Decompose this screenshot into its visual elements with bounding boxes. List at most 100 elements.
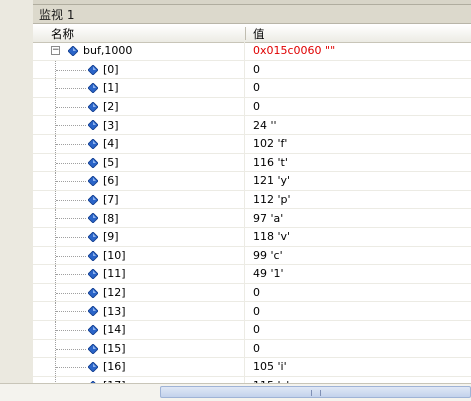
scrollbar-grip-icon [311, 390, 321, 396]
tree-branch [56, 181, 86, 183]
column-header-name[interactable]: 名称 [51, 26, 74, 42]
name-cell: [6] [33, 172, 245, 190]
tree-branch [56, 329, 86, 331]
root-variable-value[interactable]: 0x015c0060 "" [253, 42, 335, 60]
variable-diamond-icon [88, 269, 98, 280]
watch-row-item[interactable]: [10] 99 'c' [33, 246, 471, 266]
variable-diamond-icon [88, 120, 98, 131]
column-header-value[interactable]: 值 [253, 26, 265, 42]
element-value[interactable]: 0 [253, 98, 260, 116]
tree-branch [56, 292, 86, 294]
variable-diamond-icon [88, 157, 98, 168]
watch-row-item[interactable]: [9] 118 'v' [33, 227, 471, 247]
element-index-label: [0] [103, 62, 119, 76]
variable-diamond-icon [88, 83, 98, 94]
watch-row-item[interactable]: [6] 121 'y' [33, 172, 471, 191]
watch-window: 监视 1 名称 值 − buf,1000 0x015c0060 "" [0] 0[… [33, 0, 471, 396]
tree-branch [56, 143, 86, 145]
element-value[interactable]: 0 [253, 321, 260, 339]
tree-branch [56, 106, 86, 108]
tree-branch [56, 88, 86, 90]
variable-diamond-icon [88, 362, 98, 373]
watch-row-item[interactable]: [14] 0 [33, 320, 471, 340]
element-index-label: [4] [103, 137, 119, 151]
element-value[interactable]: 118 'v' [253, 228, 290, 246]
name-cell: [1] [33, 79, 245, 97]
watch-row-item[interactable]: [8] 97 'a' [33, 209, 471, 228]
element-value[interactable]: 0 [253, 340, 260, 358]
root-row[interactable]: − buf,1000 0x015c0060 "" [33, 42, 471, 61]
watch-rows: − buf,1000 0x015c0060 "" [0] 0 [1] 0 [2] 0 [3]… [33, 42, 471, 396]
tree-branch [56, 69, 86, 71]
name-cell: − buf,1000 [33, 42, 245, 60]
variable-diamond-icon [88, 101, 98, 112]
element-value[interactable]: 24 '' [253, 116, 277, 134]
element-value[interactable]: 0 [253, 61, 260, 79]
name-cell: [0] [33, 60, 245, 79]
variable-diamond-icon [88, 194, 98, 205]
name-cell: [15] [33, 339, 245, 358]
element-index-label: [15] [103, 341, 126, 355]
element-index-label: [9] [103, 230, 119, 244]
name-cell: [16] [33, 358, 245, 376]
root-variable-name: buf,1000 [83, 44, 133, 58]
variable-diamond-icon [88, 176, 98, 187]
element-value[interactable]: 121 'y' [253, 172, 290, 190]
horizontal-scrollbar[interactable] [0, 383, 471, 401]
name-cell: [9] [33, 227, 245, 246]
element-value[interactable]: 112 'p' [253, 191, 291, 209]
variable-diamond-icon [88, 287, 98, 298]
element-value[interactable]: 0 [253, 302, 260, 320]
tree-branch [56, 311, 86, 313]
element-index-label: [11] [103, 267, 126, 281]
column-divider[interactable] [245, 27, 246, 40]
tree-branch [56, 255, 86, 257]
watch-row-item[interactable]: [15] 0 [33, 339, 471, 359]
collapse-icon[interactable]: − [51, 46, 60, 55]
variable-diamond-icon [68, 46, 78, 56]
name-cell: [13] [33, 302, 245, 320]
watch-row-item[interactable]: [7] 112 'p' [33, 190, 471, 210]
name-cell: [7] [33, 190, 245, 209]
element-index-label: [1] [103, 81, 119, 95]
watch-row-item[interactable]: [16] 105 'i' [33, 358, 471, 377]
element-value[interactable]: 97 'a' [253, 209, 283, 227]
watch-row-item[interactable]: [2] 0 [33, 97, 471, 117]
element-index-label: [2] [103, 100, 119, 114]
element-index-label: [10] [103, 248, 126, 262]
watch-row-item[interactable]: [5] 116 't' [33, 153, 471, 173]
watch-row-item[interactable]: [12] 0 [33, 283, 471, 303]
element-index-label: [16] [103, 360, 126, 374]
tree-branch [56, 199, 86, 201]
element-value[interactable]: 105 'i' [253, 358, 287, 376]
watch-row-item[interactable]: [4] 102 'f' [33, 134, 471, 154]
name-cell: [11] [33, 265, 245, 283]
element-value[interactable]: 49 '1' [253, 265, 284, 283]
watch-row-item[interactable]: [13] 0 [33, 302, 471, 321]
element-index-label: [14] [103, 323, 126, 337]
column-header: 名称 值 [33, 25, 471, 43]
tree-branch [56, 348, 86, 350]
element-value[interactable]: 116 't' [253, 154, 288, 172]
scrollbar-thumb[interactable] [160, 386, 471, 398]
tree-branch [56, 125, 86, 127]
tree-branch [56, 274, 86, 276]
name-cell: [4] [33, 134, 245, 153]
tree-branch [56, 236, 86, 238]
element-value[interactable]: 0 [253, 284, 260, 302]
element-index-label: [6] [103, 174, 119, 188]
element-value[interactable]: 102 'f' [253, 135, 287, 153]
left-panel-edge [0, 0, 34, 400]
name-cell: [14] [33, 320, 245, 339]
watch-row-item[interactable]: [11] 49 '1' [33, 265, 471, 284]
watch-row-item[interactable]: [0] 0 [33, 60, 471, 80]
element-value[interactable]: 0 [253, 79, 260, 97]
element-value[interactable]: 99 'c' [253, 247, 283, 265]
name-cell: [3] [33, 116, 245, 134]
watch-row-item[interactable]: [1] 0 [33, 79, 471, 98]
watch-titlebar[interactable]: 监视 1 [33, 5, 471, 24]
name-cell: [10] [33, 246, 245, 265]
element-index-label: [12] [103, 286, 126, 300]
watch-row-item[interactable]: [3] 24 '' [33, 116, 471, 135]
variable-diamond-icon [88, 138, 98, 149]
